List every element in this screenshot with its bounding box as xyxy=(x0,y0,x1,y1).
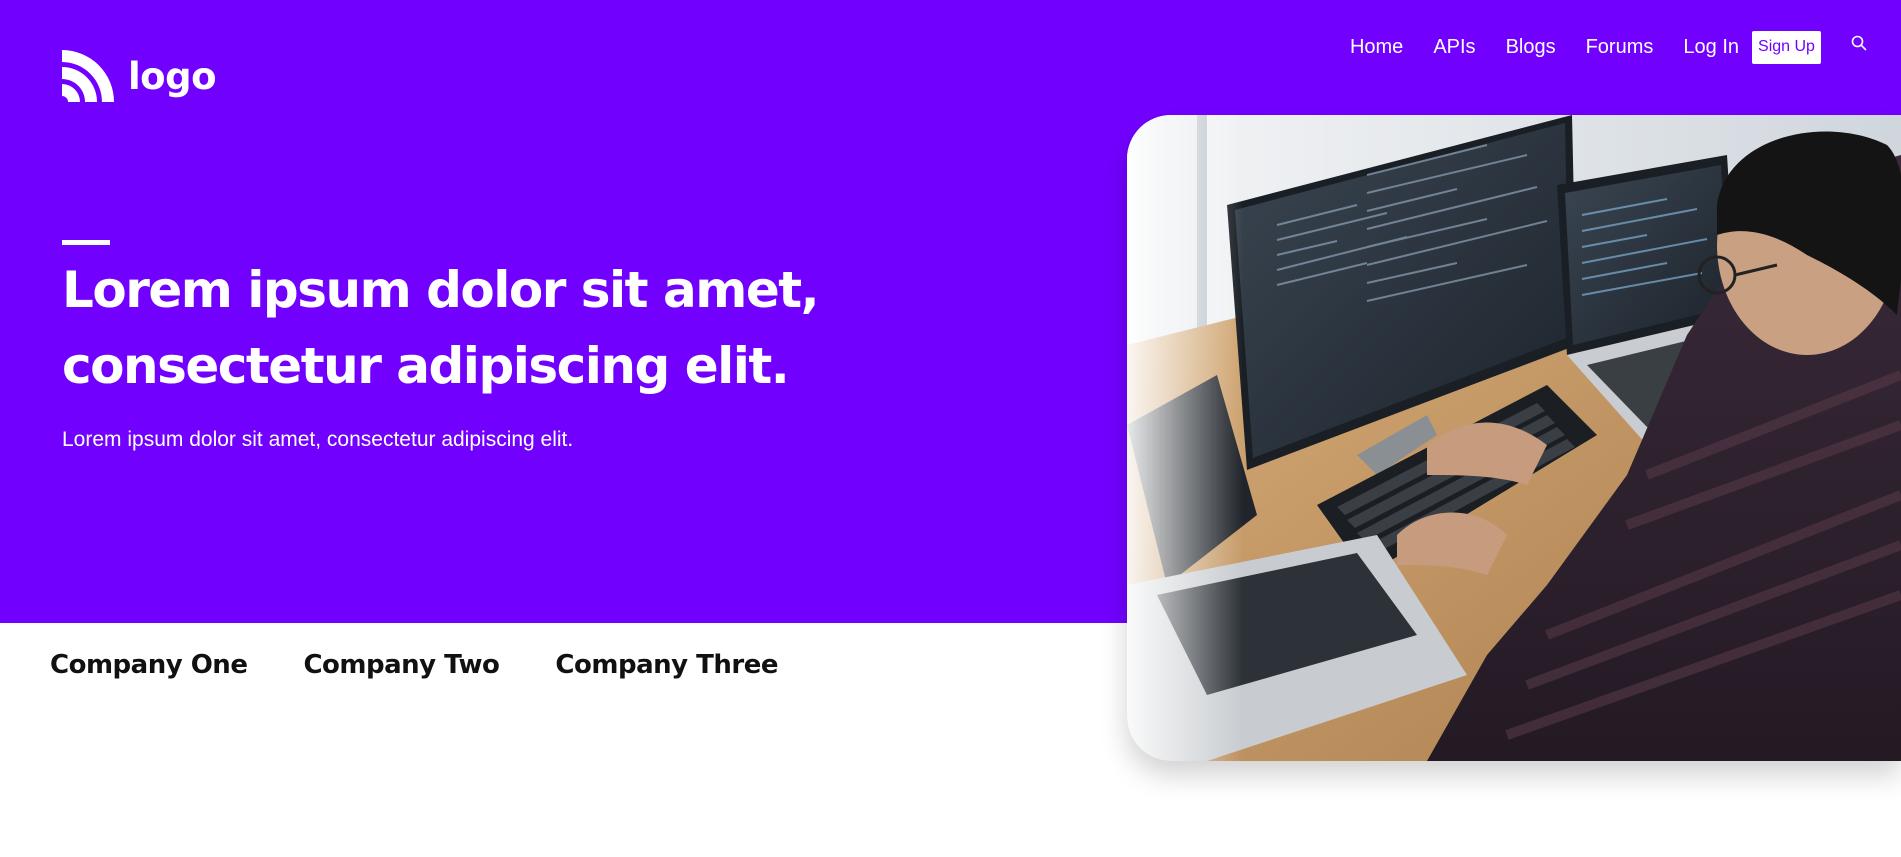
nav-home[interactable]: Home xyxy=(1350,31,1403,63)
signup-button[interactable]: Sign Up xyxy=(1752,30,1821,64)
company-logos: Company One Company Two Company Three xyxy=(50,650,778,680)
hero-photo-illustration xyxy=(1127,115,1901,761)
search-button[interactable] xyxy=(1849,33,1869,53)
logo-text: logo xyxy=(128,54,217,98)
hero-image xyxy=(1127,115,1901,761)
landing-page: logo Home APIs Blogs Forums Log In Sign … xyxy=(0,0,1901,857)
nav-blogs[interactable]: Blogs xyxy=(1506,31,1556,63)
hero-headline-line-1: Lorem ipsum dolor sit amet, xyxy=(62,261,820,319)
hero-subheadline: Lorem ipsum dolor sit amet, consectetur … xyxy=(62,428,574,451)
logo-icon xyxy=(62,50,114,102)
main-nav: Home APIs Blogs Forums Log In Sign Up xyxy=(1350,30,1821,64)
company-one: Company One xyxy=(50,650,248,680)
nav-forums[interactable]: Forums xyxy=(1586,31,1654,63)
nav-login[interactable]: Log In xyxy=(1683,31,1739,63)
headline-accent-bar xyxy=(62,240,110,245)
site-logo[interactable]: logo xyxy=(62,50,217,102)
hero-headline: Lorem ipsum dolor sit amet, consectetur … xyxy=(62,252,962,404)
company-three: Company Three xyxy=(555,650,778,680)
company-two: Company Two xyxy=(303,650,500,680)
search-icon xyxy=(1851,35,1867,51)
nav-apis[interactable]: APIs xyxy=(1433,31,1475,63)
hero-headline-line-2: consectetur adipiscing elit. xyxy=(62,337,790,395)
